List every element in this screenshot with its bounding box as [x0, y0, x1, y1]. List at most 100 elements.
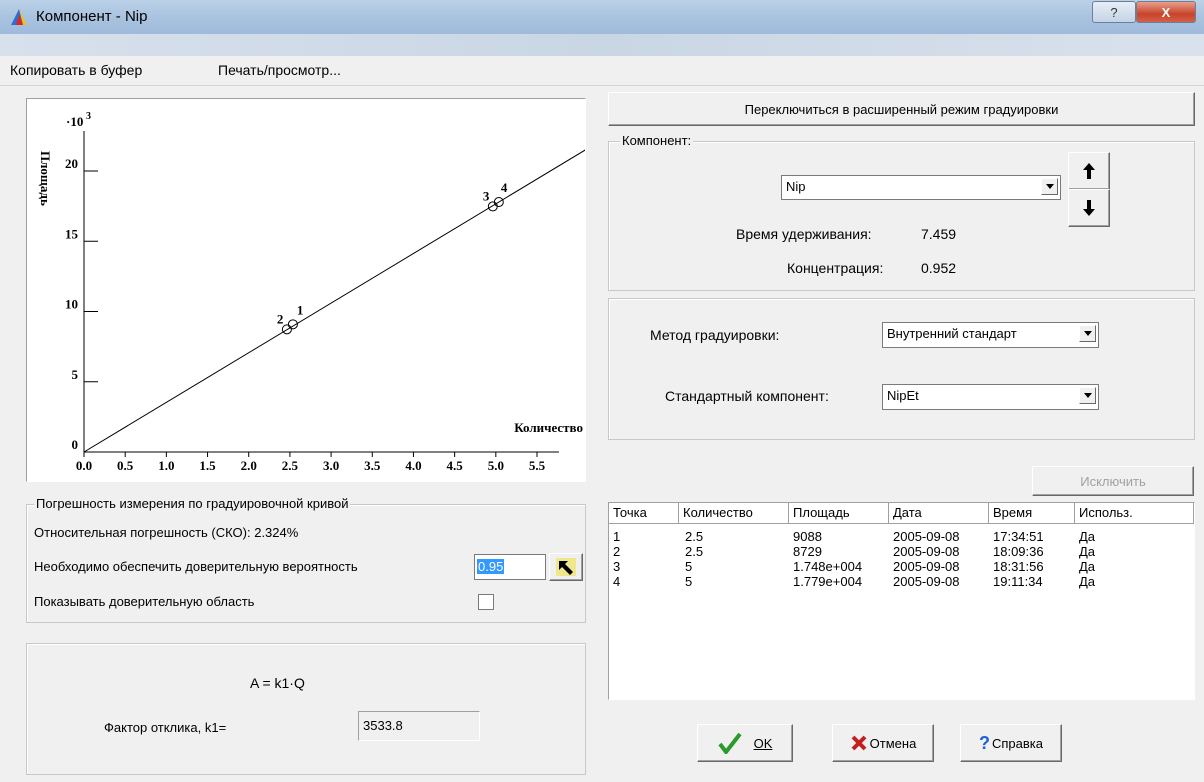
chevron-down-icon [1079, 387, 1096, 404]
cell-used: Да [1079, 529, 1096, 544]
column-header-amount[interactable]: Количество [679, 503, 789, 523]
column-header-point[interactable]: Точка [609, 503, 679, 523]
cell-time: 17:34:51 [993, 529, 1044, 544]
data-point-label: 1 [297, 302, 304, 317]
response-factor-value: 3533.8 [363, 718, 403, 733]
x-tick-label: 2.5 [282, 458, 299, 473]
cell-date: 2005-09-08 [893, 574, 960, 589]
component-group-title: Компонент: [620, 133, 694, 148]
app-icon [10, 8, 28, 26]
cell-used: Да [1079, 559, 1096, 574]
concentration-label: Концентрация: [787, 260, 884, 276]
chart-panel: 0.0 0.5 1.0 1.5 2.0 2.5 3.0 3.5 4.0 4.5 5.0 5.5 0 5 10… [26, 98, 586, 482]
question-mark-icon: ? [979, 732, 990, 753]
move-up-button[interactable] [1068, 152, 1110, 190]
column-header-date[interactable]: Дата [889, 503, 989, 523]
cell-amount: 2.5 [685, 529, 704, 544]
exclude-button[interactable]: Исключить [1032, 466, 1194, 496]
cell-area: 8729 [793, 544, 822, 559]
column-header-time[interactable]: Время [989, 503, 1075, 523]
cell-point: 3 [613, 559, 621, 574]
cell-point: 4 [613, 574, 621, 589]
title-bar [0, 0, 1204, 35]
points-table: Точка Количество Площадь Дата Время Испо… [608, 502, 1195, 700]
x-tick-label: 1.0 [158, 458, 174, 473]
help-label: Справка [992, 735, 1043, 751]
apply-confidence-button[interactable] [549, 553, 583, 581]
cell-date: 2005-09-08 [893, 544, 960, 559]
confidence-label: Необходимо обеспечить доверительную веро… [34, 559, 358, 574]
y-tick-label: 5 [72, 367, 79, 382]
component-select-value: Nip [786, 179, 806, 194]
x-tick-label: 0.0 [76, 458, 92, 473]
method-select-value: Внутренний стандарт [887, 326, 1017, 341]
menu-copy-to-clipboard[interactable]: Копировать в буфер [10, 62, 142, 78]
x-tick-label: 4.5 [447, 458, 464, 473]
window-frame [0, 34, 1204, 56]
response-factor-label: Фактор отклика, k1= [104, 720, 227, 735]
menu-print-preview[interactable]: Печать/просмотр... [218, 62, 341, 78]
advanced-calibration-button[interactable]: Переключиться в расширенный режим градуи… [608, 92, 1195, 126]
table-row[interactable]: 4 5 1.779e+004 2005-09-08 19:11:34 Да [609, 574, 1194, 589]
x-tick-label: 1.5 [199, 458, 216, 473]
cell-area: 9088 [793, 529, 822, 544]
table-row[interactable]: 3 5 1.748e+004 2005-09-08 18:31:56 Да [609, 559, 1194, 574]
calibration-line [83, 149, 585, 453]
component-select[interactable]: Nip [781, 175, 1061, 200]
cell-used: Да [1079, 544, 1096, 559]
ok-button[interactable]: OK [697, 724, 793, 762]
cell-time: 18:09:36 [993, 544, 1044, 559]
cell-point: 1 [613, 529, 621, 544]
chevron-down-icon [1079, 325, 1096, 342]
table-row[interactable]: 1 2.5 9088 2005-09-08 17:34:51 Да [609, 529, 1194, 544]
column-header-used[interactable]: Использ. [1075, 503, 1194, 523]
method-select[interactable]: Внутренний стандарт [882, 322, 1099, 348]
cancel-button[interactable]: Отмена [832, 724, 934, 762]
retention-label: Время удерживания: [736, 226, 872, 242]
x-tick-label: 5.0 [488, 458, 504, 473]
checkmark-icon [717, 732, 742, 754]
cell-time: 19:11:34 [993, 574, 1043, 589]
table-row[interactable]: 2 2.5 8729 2005-09-08 18:09:36 Да [609, 544, 1194, 559]
help-window-button[interactable]: ? [1092, 1, 1136, 23]
x-tick-label: 0.5 [117, 458, 134, 473]
cell-used: Да [1079, 574, 1096, 589]
arrow-up-left-icon [556, 558, 576, 576]
y-multiplier-exponent: 3 [86, 111, 91, 122]
cell-area: 1.748e+004 [793, 559, 863, 574]
x-axis-label: Количество [514, 420, 583, 435]
standard-select-value: NipEt [887, 388, 919, 403]
y-tick-label: 20 [65, 156, 78, 171]
confidence-input[interactable]: 0.95 [474, 554, 546, 580]
show-region-checkbox[interactable] [478, 594, 494, 610]
formula-equation: A = k1·Q [250, 675, 305, 691]
formula-panel [26, 643, 586, 775]
x-tick-label: 2.0 [241, 458, 257, 473]
help-button[interactable]: ? Справка [960, 724, 1062, 762]
cell-point: 2 [613, 544, 621, 559]
method-groupbox [608, 298, 1195, 440]
close-window-button[interactable]: X [1136, 1, 1196, 23]
y-tick-label: 15 [65, 226, 79, 241]
confidence-value: 0.95 [477, 559, 505, 574]
standard-select[interactable]: NipEt [882, 384, 1099, 410]
data-point-label: 4 [501, 180, 508, 195]
cell-date: 2005-09-08 [893, 559, 960, 574]
move-down-button[interactable] [1068, 189, 1110, 227]
x-tick-label: 3.5 [364, 458, 381, 473]
cell-time: 18:31:56 [993, 559, 1044, 574]
data-point [487, 201, 498, 212]
concentration-value: 0.952 [921, 260, 957, 276]
cell-amount: 2.5 [685, 544, 704, 559]
ok-label: OK [753, 735, 773, 751]
cell-amount: 5 [685, 574, 693, 589]
window-title: Компонент - Nip [36, 8, 148, 25]
arrow-down-icon [1083, 200, 1095, 216]
cell-area: 1.779e+004 [793, 574, 863, 589]
column-header-area[interactable]: Площадь [789, 503, 889, 523]
x-tick-label: 3.0 [323, 458, 339, 473]
y-axis-label: Площадь [38, 151, 53, 206]
y-multiplier: ·10 [66, 114, 83, 129]
cancel-label: Отмена [869, 735, 917, 751]
method-label: Метод градуировки: [650, 327, 780, 343]
